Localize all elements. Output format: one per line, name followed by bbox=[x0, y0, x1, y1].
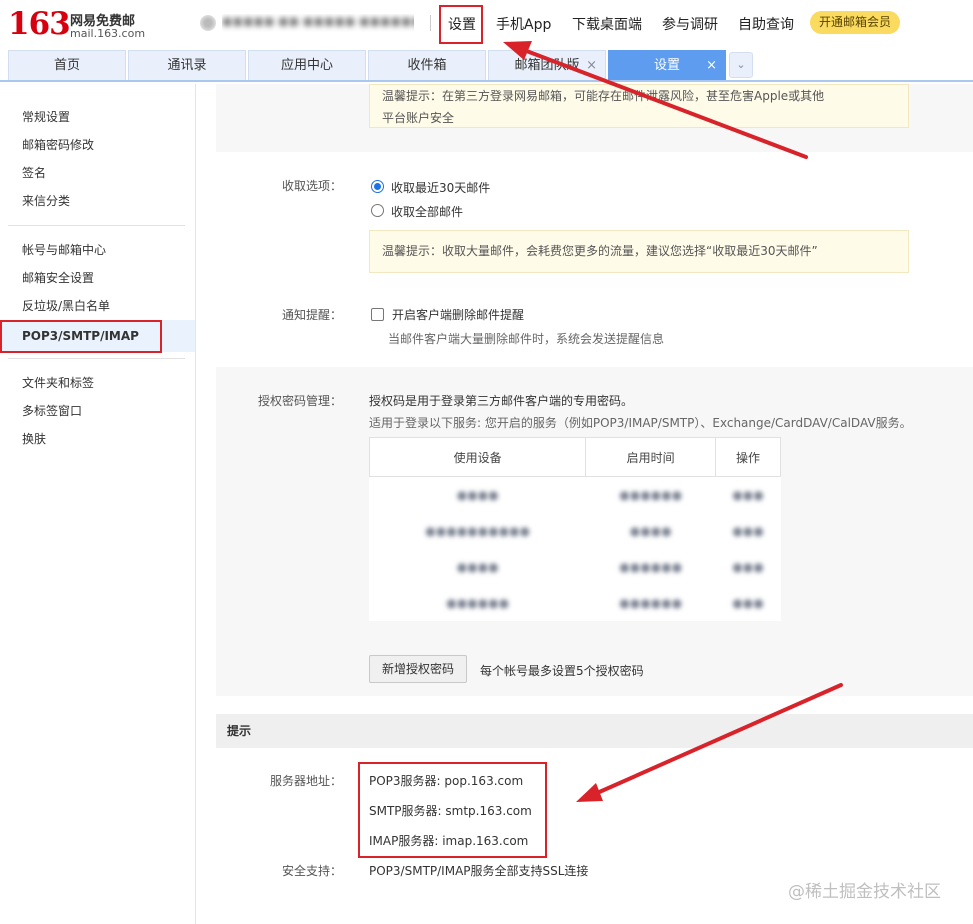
topnav-self-service[interactable]: 自助查询 bbox=[738, 14, 794, 34]
sidebar-item-security[interactable]: 邮箱安全设置 bbox=[0, 264, 195, 292]
hint-section-title: 提示 bbox=[216, 714, 973, 748]
tab-settings[interactable]: 设置 × bbox=[608, 50, 726, 80]
tab-bar: 首页 通讯录 应用中心 收件箱 邮箱团队版 × 设置 × ⌄ bbox=[0, 48, 973, 82]
device-cell: ●●●● bbox=[456, 487, 499, 502]
time-cell: ●●●●●● bbox=[619, 595, 683, 610]
time-cell: ●●●●●● bbox=[619, 487, 683, 502]
table-row: ●●●●●●●●●● ●●●● ●●● bbox=[370, 513, 781, 549]
auth-code-table: 使用设备 启用时间 操作 ●●●● ●●●●●● ●●● ●●●●●●●●●● … bbox=[368, 437, 781, 621]
imap-server: IMAP服务器: imap.163.com bbox=[369, 834, 529, 848]
table-row: ●●●●●● ●●●●●● ●●● bbox=[370, 585, 781, 621]
tip-line: 温馨提示：在第三方登录网易邮箱，可能存在邮件泄露风险，甚至危害Apple或其他 bbox=[382, 89, 825, 103]
smtp-server: SMTP服务器: smtp.163.com bbox=[369, 804, 532, 818]
auth-limit-note: 每个帐号最多设置5个授权密码 bbox=[480, 664, 644, 678]
sidebar-item-general[interactable]: 常规设置 bbox=[0, 103, 195, 131]
server-address-label: 服务器地址： bbox=[269, 774, 342, 788]
sidebar-item-password[interactable]: 邮箱密码修改 bbox=[0, 131, 195, 159]
avatar-icon bbox=[200, 15, 216, 31]
column-header-enabled-time: 启用时间 bbox=[585, 437, 717, 477]
sidebar-divider bbox=[8, 225, 185, 226]
sidebar-divider bbox=[8, 358, 185, 359]
pop3-server: POP3服务器: pop.163.com bbox=[369, 774, 524, 788]
auth-label: 授权密码管理： bbox=[257, 394, 342, 408]
radio-fetch-30-days[interactable] bbox=[371, 180, 384, 193]
tab-label: 首页 bbox=[53, 58, 80, 73]
notify-description: 当邮件客户端大量删除邮件时，系统会发送提醒信息 bbox=[388, 332, 665, 346]
sidebar-item-pop3-smtp-imap[interactable]: POP3/SMTP/IMAP bbox=[0, 320, 195, 352]
close-icon[interactable]: × bbox=[586, 51, 597, 80]
sidebar-item-multi-tab[interactable]: 多标签窗口 bbox=[0, 397, 195, 425]
device-cell: ●●●●●● bbox=[446, 595, 510, 610]
tab-inbox[interactable]: 收件箱 bbox=[368, 50, 486, 80]
chevron-down-icon[interactable]: ⌄ bbox=[729, 52, 753, 78]
settings-content: 温馨提示：在第三方登录网易邮箱，可能存在邮件泄露风险，甚至危害Apple或其他 … bbox=[216, 84, 973, 924]
time-cell: ●●●● bbox=[629, 523, 672, 538]
device-cell: ●●●● bbox=[456, 559, 499, 574]
tab-home[interactable]: 首页 bbox=[8, 50, 126, 80]
vip-button[interactable]: 开通邮箱会员 bbox=[810, 11, 900, 34]
fetch-tip: 温馨提示：收取大量邮件，会耗费您更多的流量，建议您选择“收取最近30天邮件” bbox=[369, 230, 909, 273]
sidebar-item-account-center[interactable]: 帐号与邮箱中心 bbox=[0, 236, 195, 264]
auth-services: 适用于登录以下服务: 您开启的服务（例如POP3/IMAP/SMTP）、Exch… bbox=[369, 416, 912, 430]
radio-fetch-all[interactable] bbox=[371, 204, 384, 217]
header-divider bbox=[430, 15, 431, 31]
notify-checkbox-label: 开启客户端删除邮件提醒 bbox=[392, 308, 525, 322]
topnav-survey[interactable]: 参与调研 bbox=[662, 14, 718, 34]
tip-line: 平台账户安全 bbox=[382, 111, 455, 125]
tab-label: 设置 bbox=[653, 58, 680, 73]
top-warning-tip: 温馨提示：在第三方登录网易邮箱，可能存在邮件泄露风险，甚至危害Apple或其他 … bbox=[369, 84, 909, 128]
column-header-action: 操作 bbox=[715, 437, 781, 477]
ssl-support-label: 安全支持： bbox=[281, 864, 342, 878]
brand-domain: mail.163.com bbox=[70, 27, 146, 40]
tab-contacts[interactable]: 通讯录 bbox=[128, 50, 246, 80]
ssl-support-value: POP3/SMTP/IMAP服务全部支持SSL连接 bbox=[369, 864, 589, 878]
watermark: @稀土掘金技术社区 bbox=[788, 882, 941, 902]
fetch-options-label: 收取选项： bbox=[281, 179, 342, 193]
topnav-mobile-app[interactable]: 手机App bbox=[496, 14, 551, 34]
sidebar-item-antispam[interactable]: 反垃圾/黑白名单 bbox=[0, 292, 195, 320]
notify-label: 通知提醒： bbox=[281, 308, 342, 322]
device-cell: ●●●●●●●●●● bbox=[425, 523, 530, 538]
notify-checkbox[interactable] bbox=[371, 308, 384, 321]
action-cell[interactable]: ●●● bbox=[716, 513, 781, 549]
tab-label: 应用中心 bbox=[280, 58, 333, 73]
fetch-option-label: 收取全部邮件 bbox=[391, 205, 464, 219]
account-name: ●●●●● ●● ●●●●● ●●●●●●●● bbox=[222, 14, 414, 28]
mail-settings-page: 163 网易免费邮 mail.163.com ●●●●● ●● ●●●●● ●●… bbox=[0, 0, 973, 924]
account-info[interactable]: ●●●●● ●● ●●●●● ●●●●●●●● bbox=[200, 14, 416, 32]
time-cell: ●●●●●● bbox=[619, 559, 683, 574]
add-auth-code-button[interactable]: 新增授权密码 bbox=[369, 655, 468, 683]
column-header-device: 使用设备 bbox=[368, 437, 587, 477]
brand-number: 163 bbox=[8, 6, 71, 42]
tab-team-edition[interactable]: 邮箱团队版 × bbox=[488, 50, 606, 80]
sidebar-item-skin[interactable]: 换肤 bbox=[0, 425, 195, 453]
tab-label: 收件箱 bbox=[407, 58, 447, 73]
tab-label: 邮箱团队版 bbox=[514, 58, 580, 73]
table-row: ●●●● ●●●●●● ●●● bbox=[370, 549, 781, 585]
topnav-download-desktop[interactable]: 下载桌面端 bbox=[572, 14, 642, 34]
tab-app-center[interactable]: 应用中心 bbox=[248, 50, 366, 80]
settings-sidebar: 常规设置 邮箱密码修改 签名 来信分类 帐号与邮箱中心 邮箱安全设置 反垃圾/黑… bbox=[0, 84, 196, 924]
fetch-option-label: 收取最近30天邮件 bbox=[391, 181, 491, 195]
sidebar-item-signature[interactable]: 签名 bbox=[0, 159, 195, 187]
close-icon[interactable]: × bbox=[706, 51, 717, 80]
topnav-settings[interactable]: 设置 bbox=[448, 14, 476, 34]
action-cell[interactable]: ●●● bbox=[716, 549, 781, 585]
action-cell[interactable]: ●●● bbox=[716, 477, 781, 513]
sidebar-item-mail-rules[interactable]: 来信分类 bbox=[0, 187, 195, 215]
tab-label: 通讯录 bbox=[167, 58, 207, 73]
sidebar-item-folders[interactable]: 文件夹和标签 bbox=[0, 369, 195, 397]
auth-description: 授权码是用于登录第三方邮件客户端的专用密码。 bbox=[369, 394, 634, 408]
table-row: ●●●● ●●●●●● ●●● bbox=[370, 477, 781, 513]
action-cell[interactable]: ●●● bbox=[716, 585, 781, 621]
